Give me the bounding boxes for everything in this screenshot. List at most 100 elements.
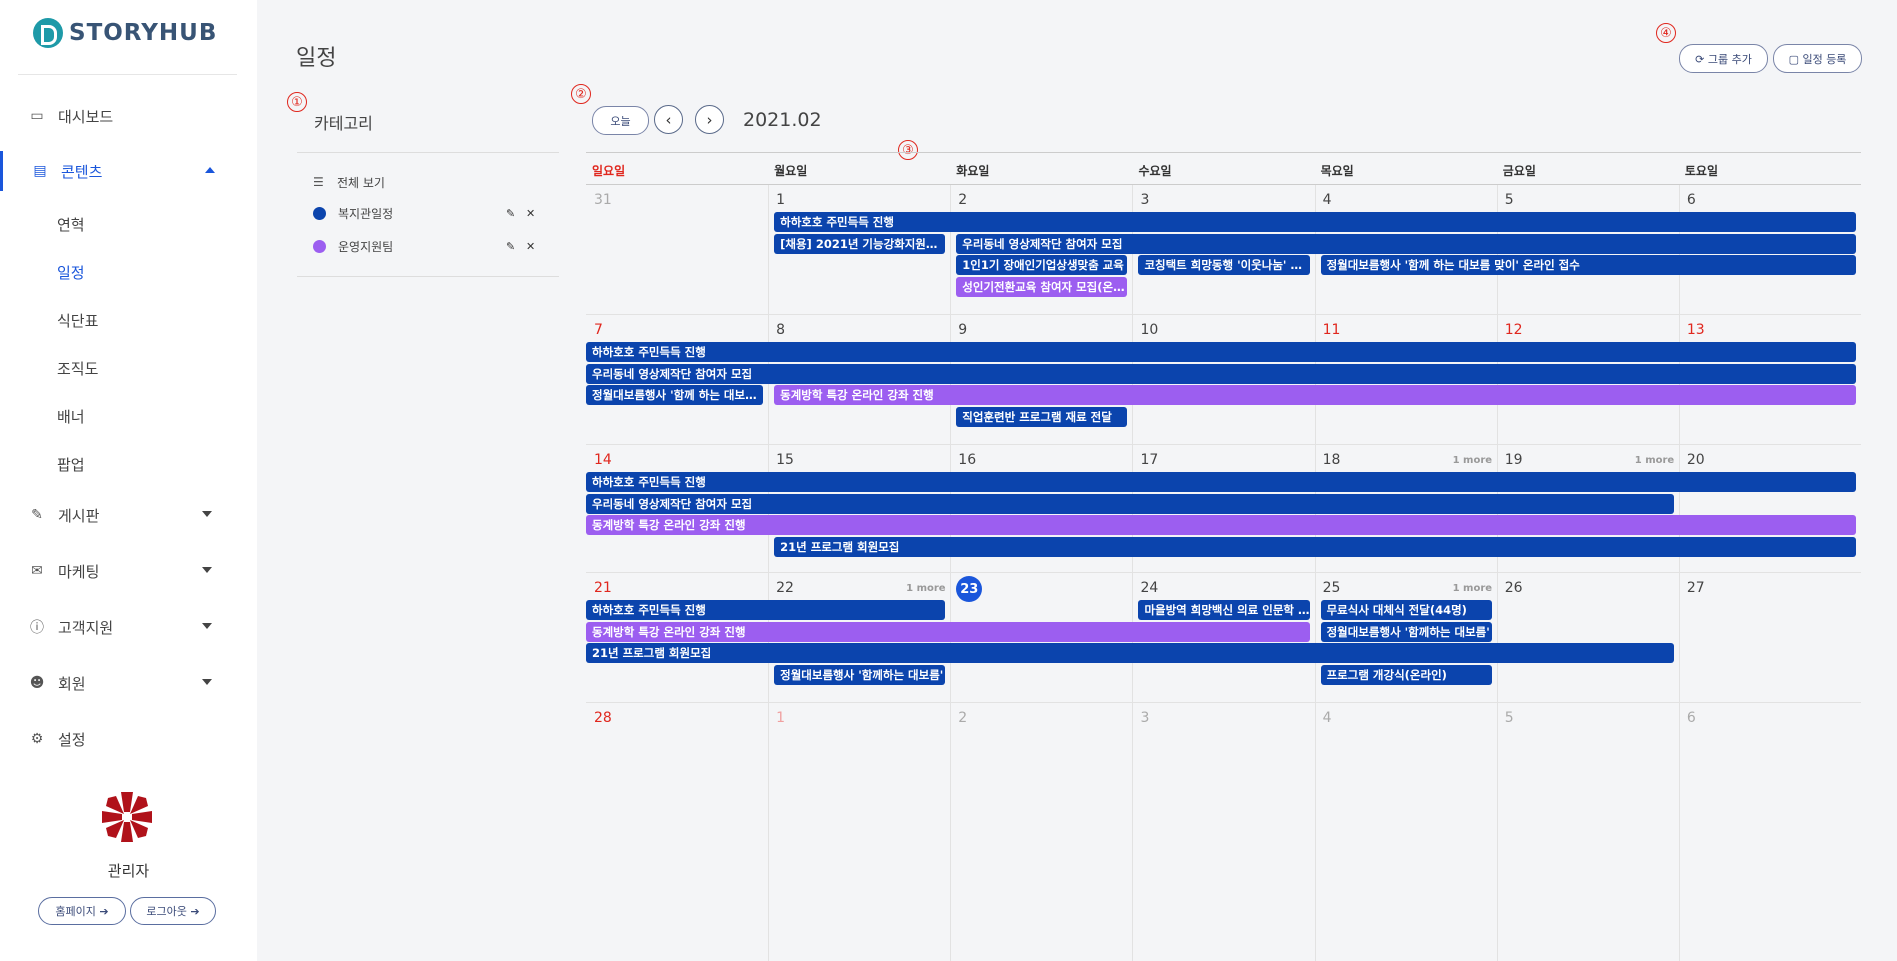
calendar-event[interactable]: 21년 프로그램 회원모집 <box>586 643 1674 663</box>
category-item[interactable]: 복지관일정 ✎ ✕ <box>313 203 538 223</box>
calendar-event[interactable]: 무료식사 대체식 전달(44명) <box>1320 600 1492 620</box>
calendar-event[interactable]: 정월대보름행사 '함께하는 대보름' <box>1320 621 1492 642</box>
sub-schedule[interactable]: 일정 <box>57 262 85 283</box>
day-number[interactable]: 19 <box>1505 452 1523 468</box>
sidebar: STORYHUB ▭ 대시보드 ▤ 콘텐츠 연혁 일정 식단표 조직도 배너 팝… <box>0 0 257 961</box>
delete-icon[interactable]: ✕ <box>526 207 535 220</box>
day-number[interactable]: 13 <box>1687 322 1705 338</box>
more-events-link[interactable]: 1 more <box>1453 455 1492 466</box>
calendar-event[interactable]: 코칭택트 희망동행 '이웃나눔' 진행 <box>1138 255 1310 275</box>
nav-settings[interactable]: ⚙ 설정 <box>0 719 257 759</box>
chevron-down-icon <box>202 623 212 629</box>
calendar-event[interactable]: 성인기전환교육 참여자 모집(온라인) <box>956 276 1128 297</box>
calendar-event[interactable]: 하하호호 주민득득 진행 <box>586 472 1857 492</box>
calendar-event[interactable]: 1인1기 장애인기업상생맞춤 교육 <box>956 255 1128 275</box>
day-number[interactable]: 18 <box>1323 452 1341 468</box>
nav-marketing[interactable]: ✉ 마케팅 <box>0 551 257 591</box>
sub-org-chart[interactable]: 조직도 <box>57 358 98 379</box>
more-events-link[interactable]: 1 more <box>1635 455 1674 466</box>
sub-banner[interactable]: 배너 <box>57 406 85 427</box>
edit-icon[interactable]: ✎ <box>506 207 515 220</box>
nav-contents[interactable]: ▤ 콘텐츠 <box>0 151 260 191</box>
day-number[interactable]: 5 <box>1505 192 1514 208</box>
day-number[interactable]: 3 <box>1140 192 1149 208</box>
divider <box>586 152 1861 153</box>
calendar-event[interactable]: 하하호호 주민득득 진행 <box>586 600 946 620</box>
calendar-event[interactable]: 직업훈련반 프로그램 재료 전달 <box>956 406 1128 427</box>
nav-board[interactable]: ✎ 게시판 <box>0 495 257 535</box>
day-number[interactable]: 1 <box>776 710 785 726</box>
day-number[interactable]: 21 <box>594 580 612 596</box>
homepage-button[interactable]: 홈페이지 ➔ <box>38 897 126 925</box>
day-number[interactable]: 1 <box>776 192 785 208</box>
envelope-icon: ✉ <box>31 563 43 579</box>
day-number[interactable]: 27 <box>1687 580 1705 596</box>
next-month-button[interactable]: › <box>695 105 724 134</box>
day-number[interactable]: 12 <box>1505 322 1523 338</box>
nav-members[interactable]: ☻ 회원 <box>0 663 257 703</box>
calendar-event[interactable]: 동계방학 특강 온라인 강좌 진행 <box>774 385 1857 405</box>
day-number[interactable]: 14 <box>594 452 612 468</box>
nav-support[interactable]: ⓘ 고객지원 <box>0 607 257 647</box>
day-number[interactable]: 2 <box>958 192 967 208</box>
day-number[interactable]: 22 <box>776 580 794 596</box>
grid-line <box>586 572 1861 573</box>
add-group-button[interactable]: ⟳ 그룹 추가 <box>1679 44 1768 73</box>
calendar-event[interactable]: 하하호호 주민득득 진행 <box>586 342 1857 362</box>
calendar-event[interactable]: 우리동네 영상제작단 참여자 모집 <box>586 363 1857 384</box>
day-number[interactable]: 4 <box>1323 710 1332 726</box>
weekday-header: 화요일 <box>956 164 990 178</box>
category-view-all[interactable]: ☰ 전체 보기 <box>313 172 538 192</box>
day-number[interactable]: 8 <box>776 322 785 338</box>
day-number[interactable]: 3 <box>1140 710 1149 726</box>
prev-month-button[interactable]: ‹ <box>654 105 683 134</box>
today-button[interactable]: 오늘 <box>592 106 649 135</box>
brand-logo[interactable]: STORYHUB <box>33 18 217 48</box>
day-number[interactable]: 31 <box>594 192 612 208</box>
day-number[interactable]: 5 <box>1505 710 1514 726</box>
logout-button[interactable]: 로그아웃 ➔ <box>130 897 216 925</box>
calendar-event[interactable]: 프로그램 개강식(온라인) <box>1320 664 1492 685</box>
calendar-event[interactable]: [채용] 2021년 기능강화지원사업 직원 채용 <box>774 233 946 254</box>
nav-dashboard[interactable]: ▭ 대시보드 <box>0 96 257 136</box>
calendar-event[interactable]: 하하호호 주민득득 진행 <box>774 212 1857 232</box>
sub-history[interactable]: 연혁 <box>57 214 85 235</box>
day-number[interactable]: 6 <box>1687 710 1696 726</box>
day-number[interactable]: 6 <box>1687 192 1696 208</box>
day-number[interactable]: 28 <box>594 710 612 726</box>
more-events-link[interactable]: 1 more <box>1453 583 1492 594</box>
delete-icon[interactable]: ✕ <box>526 240 535 253</box>
day-number[interactable]: 24 <box>1140 580 1158 596</box>
day-number[interactable]: 25 <box>1323 580 1341 596</box>
day-number[interactable]: 10 <box>1140 322 1158 338</box>
category-item[interactable]: 운영지원팀 ✎ ✕ <box>313 236 538 256</box>
more-events-link[interactable]: 1 more <box>906 583 945 594</box>
day-number[interactable]: 9 <box>958 322 967 338</box>
calendar-event[interactable]: 동계방학 특강 온라인 강좌 진행 <box>586 621 1310 642</box>
grid-line <box>768 185 769 961</box>
calendar-event[interactable]: 정월대보름행사 '함께 하는 대보름 맞이' 온라인 접수 <box>1320 255 1857 275</box>
calendar-event[interactable]: 우리동네 영상제작단 참여자 모집 <box>956 233 1857 254</box>
calendar-event[interactable]: 21년 프로그램 회원모집 <box>774 536 1857 557</box>
day-number[interactable]: 26 <box>1505 580 1523 596</box>
calendar-event[interactable]: 정월대보름행사 '함께하는 대보름' <box>774 664 946 685</box>
edit-icon[interactable]: ✎ <box>506 240 515 253</box>
day-number[interactable]: 15 <box>776 452 794 468</box>
day-number[interactable]: 16 <box>958 452 976 468</box>
calendar-event[interactable]: 정월대보름행사 '함께 하는 대보름 맞이' <box>586 385 764 405</box>
users-icon: ☻ <box>29 675 45 691</box>
day-number[interactable]: 20 <box>1687 452 1705 468</box>
sub-popup[interactable]: 팝업 <box>57 454 85 475</box>
day-number[interactable]: 17 <box>1140 452 1158 468</box>
chevron-down-icon <box>202 679 212 685</box>
day-number[interactable]: 11 <box>1323 322 1341 338</box>
sub-menu[interactable]: 식단표 <box>57 310 98 331</box>
calendar-event[interactable]: 동계방학 특강 온라인 강좌 진행 <box>586 515 1857 535</box>
day-number[interactable]: 4 <box>1323 192 1332 208</box>
add-event-button[interactable]: ▢ 일정 등록 <box>1773 44 1862 73</box>
calendar-event[interactable]: 우리동네 영상제작단 참여자 모집 <box>586 493 1674 514</box>
calendar-event[interactable]: 마을방역 희망백신 의료 인문학 진행 <box>1138 600 1310 620</box>
day-number[interactable]: 7 <box>594 322 603 338</box>
today-date-badge[interactable]: 23 <box>956 576 983 602</box>
day-number[interactable]: 2 <box>958 710 967 726</box>
